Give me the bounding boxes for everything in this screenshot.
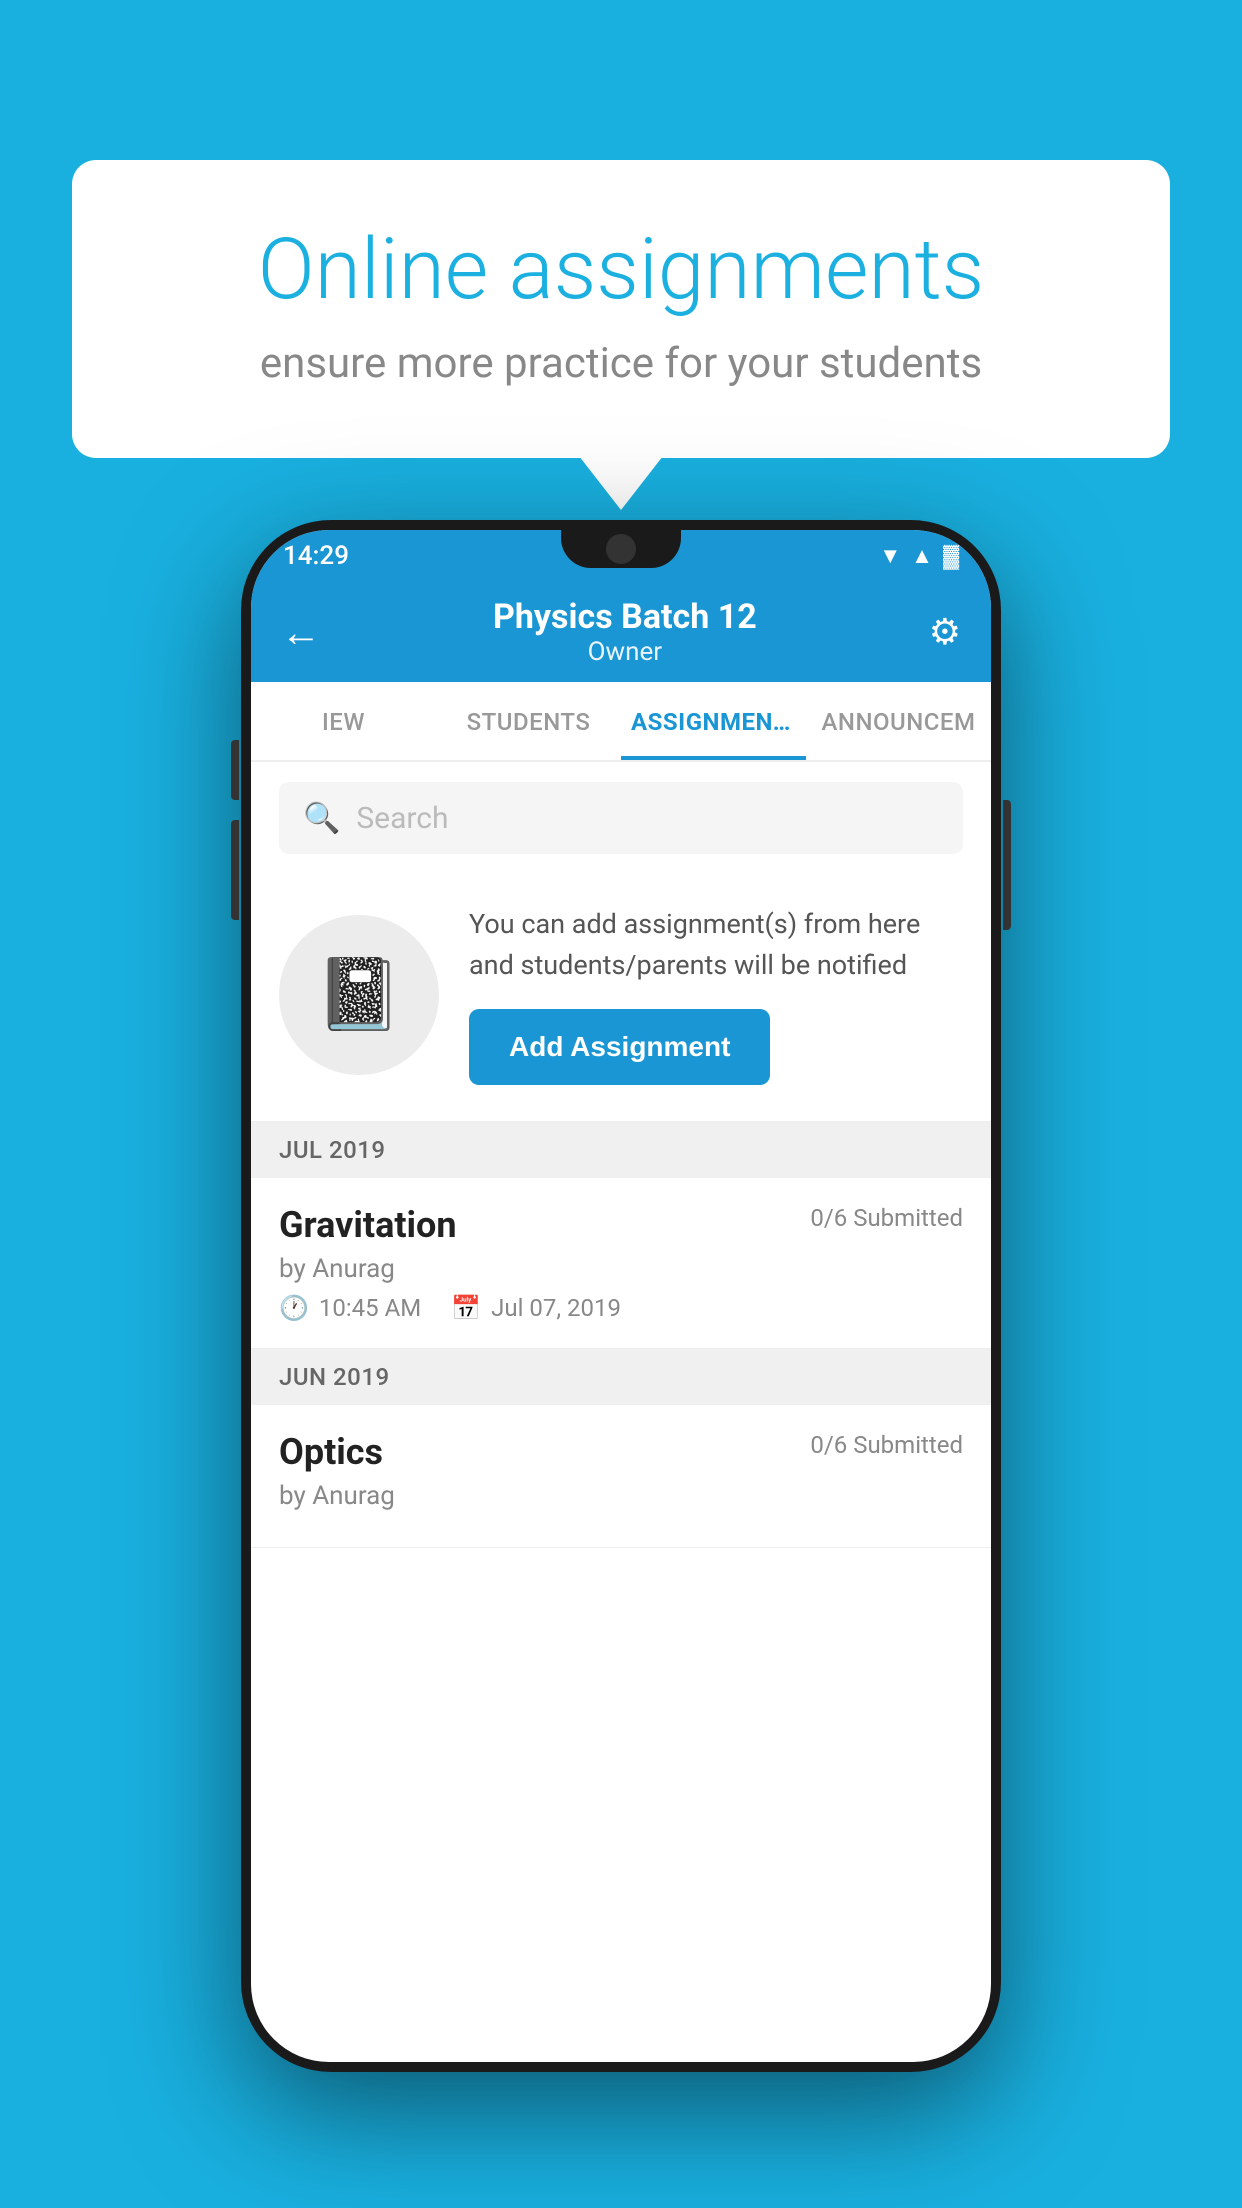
tab-students[interactable]: STUDENTS xyxy=(436,682,621,760)
assignment-meta: 🕐 10:45 AM 📅 Jul 07, 2019 xyxy=(279,1294,963,1322)
tab-bar: IEW STUDENTS ASSIGNMENTS ANNOUNCEM xyxy=(251,682,991,762)
assignment-submitted-optics: 0/6 Submitted xyxy=(810,1431,963,1459)
assignment-author-optics: by Anurag xyxy=(279,1481,963,1511)
promo-card: Online assignments ensure more practice … xyxy=(72,160,1170,458)
promo-title: Online assignments xyxy=(142,220,1100,319)
assignment-submitted: 0/6 Submitted xyxy=(810,1204,963,1232)
search-input[interactable]: Search xyxy=(356,801,448,836)
phone-screen: 14:29 ▼ ▲ ▓ ← Physics Batch 12 Owner ⚙ xyxy=(251,530,991,2062)
speech-bubble: Online assignments ensure more practice … xyxy=(72,160,1170,458)
assignment-top-row: Gravitation 0/6 Submitted xyxy=(279,1204,963,1246)
phone-mockup: 14:29 ▼ ▲ ▓ ← Physics Batch 12 Owner ⚙ xyxy=(241,520,1001,2072)
assignment-item-gravitation[interactable]: Gravitation 0/6 Submitted by Anurag 🕐 10… xyxy=(251,1178,991,1349)
month-header-jun: JUN 2019 xyxy=(251,1349,991,1405)
assignment-icon-circle: 📓 xyxy=(279,915,439,1075)
volume-up-button xyxy=(231,820,239,920)
tab-assignments[interactable]: ASSIGNMENTS xyxy=(621,682,806,760)
month-header-jul: JUL 2019 xyxy=(251,1122,991,1178)
tab-overview[interactable]: IEW xyxy=(251,682,436,760)
status-icons: ▼ ▲ ▓ xyxy=(879,543,959,569)
calendar-icon: 📅 xyxy=(451,1294,481,1322)
assignment-time-value: 10:45 AM xyxy=(319,1294,421,1322)
add-assignment-button[interactable]: Add Assignment xyxy=(469,1009,770,1085)
notebook-icon: 📓 xyxy=(315,954,402,1036)
clock-icon: 🕐 xyxy=(279,1294,309,1322)
promo-subtitle: ensure more practice for your students xyxy=(142,339,1100,388)
battery-icon: ▓ xyxy=(943,543,959,569)
assignment-top-row-optics: Optics 0/6 Submitted xyxy=(279,1431,963,1473)
assignment-date: 📅 Jul 07, 2019 xyxy=(451,1294,621,1322)
back-button[interactable]: ← xyxy=(281,609,321,656)
assignment-item-optics[interactable]: Optics 0/6 Submitted by Anurag xyxy=(251,1405,991,1548)
info-section: 📓 You can add assignment(s) from here an… xyxy=(251,874,991,1122)
assignment-date-value: Jul 07, 2019 xyxy=(491,1294,621,1322)
tab-announcements[interactable]: ANNOUNCEM xyxy=(806,682,991,760)
search-box[interactable]: 🔍 Search xyxy=(279,782,963,854)
volume-down-button xyxy=(231,740,239,800)
phone-content: 🔍 Search 📓 You can add assignment(s) fro… xyxy=(251,762,991,2062)
search-icon: 🔍 xyxy=(303,801,340,836)
phone-outer: 14:29 ▼ ▲ ▓ ← Physics Batch 12 Owner ⚙ xyxy=(241,520,1001,2072)
batch-name: Physics Batch 12 xyxy=(493,597,757,637)
signal-icon: ▲ xyxy=(911,543,933,569)
assignment-time: 🕐 10:45 AM xyxy=(279,1294,421,1322)
status-time: 14:29 xyxy=(283,541,349,571)
assignment-name: Gravitation xyxy=(279,1204,457,1246)
search-container: 🔍 Search xyxy=(251,762,991,874)
app-bar-center: Physics Batch 12 Owner xyxy=(493,597,757,667)
settings-icon[interactable]: ⚙ xyxy=(929,611,961,653)
app-bar: ← Physics Batch 12 Owner ⚙ xyxy=(251,582,991,682)
role-label: Owner xyxy=(493,637,757,667)
assignment-author: by Anurag xyxy=(279,1254,963,1284)
phone-notch xyxy=(561,530,681,568)
power-button xyxy=(1003,800,1011,930)
wifi-icon: ▼ xyxy=(879,543,901,569)
info-right: You can add assignment(s) from here and … xyxy=(469,904,963,1085)
info-description: You can add assignment(s) from here and … xyxy=(469,904,963,985)
assignment-name-optics: Optics xyxy=(279,1431,383,1473)
